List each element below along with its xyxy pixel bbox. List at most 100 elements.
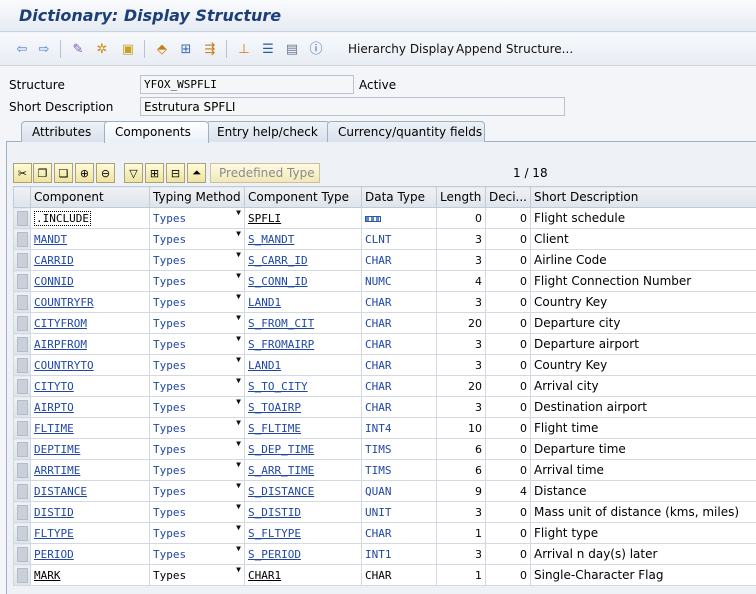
component-name[interactable]: CONNID [34,275,74,288]
typing-method-cell[interactable]: Types ▼ [149,207,245,229]
component-cell[interactable]: DEPTIME [30,438,150,460]
row-selector[interactable] [13,522,31,544]
dropdown-arrow-icon[interactable]: ▼ [236,377,241,386]
component-type-cell[interactable]: S_ARR_TIME [244,459,362,481]
component-type-cell[interactable]: S_DEP_TIME [244,438,362,460]
cut-icon[interactable]: ✂ [13,163,32,183]
component-type-cell[interactable]: SPFLI [244,207,362,229]
tab-currency-quantity-fields[interactable]: Currency/quantity fields [327,121,485,142]
table-row[interactable]: .INCLUDE Types ▼ SPFLI 0 0 Flight schedule [13,207,756,229]
component-type-value[interactable]: S_PERIOD [248,548,301,561]
table-row[interactable]: COUNTRYFR Types ▼ LAND1 CHAR 3 0 Country Key [13,291,756,313]
column-header-length[interactable]: Length [436,186,486,208]
row-selector[interactable] [13,228,31,250]
component-name[interactable]: PERIOD [34,548,74,561]
dropdown-arrow-icon[interactable]: ▼ [236,524,241,533]
table-row[interactable]: AIRPFROM Types ▼ S_FROMAIRP CHAR 3 0 Departure … [13,333,756,355]
component-cell[interactable]: .INCLUDE [30,207,150,229]
component-name[interactable]: DEPTIME [34,443,80,456]
component-type-cell[interactable]: S_CONN_ID [244,270,362,292]
dropdown-arrow-icon[interactable]: ▼ [236,293,241,302]
row-selector[interactable] [13,333,31,355]
component-cell[interactable]: CITYTO [30,375,150,397]
component-type-cell[interactable]: S_DISTANCE [244,480,362,502]
table-row[interactable]: MARK Types ▼ CHAR1 CHAR 1 0 Single-Character Fl… [13,564,756,586]
component-name[interactable]: FLTIME [34,422,74,435]
typing-method-cell[interactable]: Types ▼ [149,249,245,271]
component-name[interactable]: DISTANCE [34,485,87,498]
table-row[interactable]: CITYTO Types ▼ S_TO_CITY CHAR 20 0 Arrival city [13,375,756,397]
dropdown-arrow-icon[interactable]: ▼ [236,251,241,260]
component-type-cell[interactable]: S_FROM_CIT [244,312,362,334]
dropdown-arrow-icon[interactable]: ▼ [236,503,241,512]
dropdown-arrow-icon[interactable]: ▼ [236,545,241,554]
component-name[interactable]: MANDT [34,233,67,246]
component-name[interactable]: DISTID [34,506,74,519]
component-name[interactable]: .INCLUDE [34,210,91,226]
row-selector[interactable] [13,312,31,334]
typing-method-cell[interactable]: Types ▼ [149,438,245,460]
component-cell[interactable]: FLTIME [30,417,150,439]
component-name[interactable]: COUNTRYFR [34,296,94,309]
component-type-cell[interactable]: S_FLTYPE [244,522,362,544]
component-type-cell[interactable]: S_PERIOD [244,543,362,565]
column-header-decimals[interactable]: Deci... [485,186,531,208]
row-selector[interactable] [13,396,31,418]
component-type-value[interactable]: S_FLTIME [248,422,301,435]
component-cell[interactable]: DISTID [30,501,150,523]
typing-method-cell[interactable]: Types ▼ [149,522,245,544]
component-cell[interactable]: PERIOD [30,543,150,565]
component-name[interactable]: CITYTO [34,380,74,393]
tab-attributes[interactable]: Attributes [21,121,111,142]
component-cell[interactable]: AIRPTO [30,396,150,418]
typing-method-cell[interactable]: Types ▼ [149,396,245,418]
component-type-cell[interactable]: LAND1 [244,354,362,376]
component-type-cell[interactable]: S_DISTID [244,501,362,523]
table-row[interactable]: AIRPTO Types ▼ S_TOAIRP CHAR 3 0 Destination ai… [13,396,756,418]
component-type-value[interactable]: S_DEP_TIME [248,443,314,456]
row-selector[interactable] [13,375,31,397]
append-structure-button[interactable]: Append Structure... [456,42,573,56]
component-type-value[interactable]: S_MANDT [248,233,294,246]
component-type-cell[interactable]: S_FROMAIRP [244,333,362,355]
component-type-value[interactable]: S_FROM_CIT [248,317,314,330]
component-cell[interactable]: DISTANCE [30,480,150,502]
component-name[interactable]: AIRPTO [34,401,74,414]
component-name[interactable]: CARRID [34,254,74,267]
component-type-value[interactable]: S_DISTID [248,506,301,519]
table-row[interactable]: COUNTRYTO Types ▼ LAND1 CHAR 3 0 Country Key [13,354,756,376]
row-selector[interactable] [13,564,31,586]
typing-method-cell[interactable]: Types ▼ [149,375,245,397]
activate-icon[interactable]: ⇶ [202,41,218,57]
list-icon[interactable]: ☰ [260,41,276,57]
component-type-value[interactable]: S_FROMAIRP [248,338,314,351]
filter-icon[interactable]: ▽ [124,163,143,183]
column-header-typing-method[interactable]: Typing Method [149,186,245,208]
table-row[interactable]: DISTANCE Types ▼ S_DISTANCE QUAN 9 4 Distance [13,480,756,502]
structure-field[interactable]: YFOX_WSPFLI [140,75,354,94]
collapse-icon[interactable]: ⊟ [166,163,185,183]
display-change-icon[interactable]: ✎ [70,41,86,57]
dropdown-arrow-icon[interactable]: ▼ [236,398,241,407]
predefined-type-button[interactable]: Predefined Type [210,163,320,183]
typing-method-cell[interactable]: Types ▼ [149,312,245,334]
row-selector[interactable] [13,354,31,376]
table-row[interactable]: CITYFROM Types ▼ S_FROM_CIT CHAR 20 0 Departure… [13,312,756,334]
typing-method-cell[interactable]: Types ▼ [149,417,245,439]
row-selector[interactable] [13,249,31,271]
component-cell[interactable]: COUNTRYFR [30,291,150,313]
component-type-value[interactable]: SPFLI [248,212,281,225]
table-icon[interactable]: ▤ [284,41,300,57]
tab-entry-help-check[interactable]: Entry help/check [206,121,330,142]
component-name[interactable]: FLTYPE [34,527,74,540]
check-icon[interactable]: ▣ [120,41,136,57]
dropdown-arrow-icon[interactable]: ▼ [236,440,241,449]
insert-row-icon[interactable]: ⊕ [75,163,94,183]
row-selector[interactable] [13,291,31,313]
other-object-icon[interactable]: ✲ [94,41,110,57]
component-type-value[interactable]: S_ARR_TIME [248,464,314,477]
dropdown-arrow-icon[interactable]: ▼ [236,482,241,491]
component-name[interactable]: COUNTRYTO [34,359,94,372]
component-cell[interactable]: ARRTIME [30,459,150,481]
row-selector[interactable] [13,543,31,565]
